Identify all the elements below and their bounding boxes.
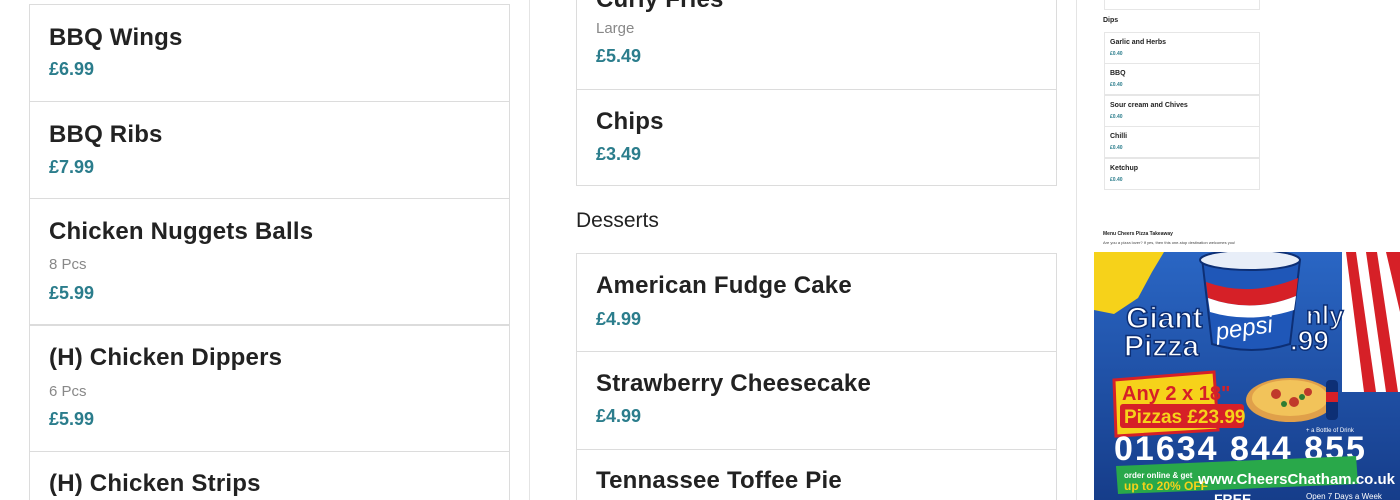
promo-headline-price: .99 bbox=[1290, 325, 1329, 356]
mini-section-title-dips: Dips bbox=[1103, 17, 1119, 24]
mini-dip-card[interactable]: Chilli £0.40 bbox=[1104, 126, 1260, 158]
menu-item-price: £5.99 bbox=[49, 283, 95, 303]
mini-card-partial bbox=[1104, 0, 1260, 10]
promo-free: FREE bbox=[1214, 491, 1251, 500]
menu-item-name: BBQ Ribs bbox=[49, 121, 163, 148]
menu-item-price: £5.49 bbox=[596, 46, 642, 66]
menu-item-card[interactable]: (H) Chicken Dippers 6 Pcs £5.99 bbox=[29, 325, 510, 452]
mini-dip-name: Ketchup bbox=[1110, 165, 1138, 172]
menu-item-price: £4.99 bbox=[596, 309, 642, 329]
mini-dip-card[interactable]: Garlic and Herbs £0.40 bbox=[1104, 32, 1260, 64]
promo-website: www.CheersChatham.co.uk bbox=[1197, 471, 1396, 488]
menu-item-description: 8 Pcs bbox=[49, 256, 87, 273]
menu-item-card[interactable]: (H) Chicken Strips bbox=[29, 451, 510, 500]
promo-flyer-image: pepsi Giant Pizza nly .99 Any 2 x 18" Pi… bbox=[1094, 252, 1400, 500]
menu-item-name: BBQ Wings bbox=[49, 24, 183, 51]
mini-footer-text: Are you a pizza lover? If yes, then this… bbox=[1103, 240, 1236, 245]
mini-dip-price: £0.40 bbox=[1110, 51, 1123, 57]
mini-dip-price: £0.40 bbox=[1110, 114, 1123, 120]
menu-item-name: (H) Chicken Strips bbox=[49, 470, 261, 497]
mini-footer-title: Menu Cheers Pizza Takeaway bbox=[1103, 231, 1173, 237]
mini-dip-card[interactable]: BBQ £0.40 bbox=[1104, 63, 1260, 95]
mini-dip-card[interactable]: Sour cream and Chives £0.40 bbox=[1104, 95, 1260, 127]
promo-offer-line2: Pizzas £23.99 bbox=[1124, 407, 1245, 428]
promo-flyer-artwork: pepsi Giant Pizza nly .99 Any 2 x 18" Pi… bbox=[1094, 252, 1400, 500]
menu-item-card[interactable]: Curly Fries Large £5.49 bbox=[576, 0, 1057, 90]
promo-open-days: Open 7 Days a Week bbox=[1306, 492, 1383, 500]
column-divider bbox=[529, 0, 530, 500]
menu-item-description: 6 Pcs bbox=[49, 383, 87, 400]
menu-item-name: Chicken Nuggets Balls bbox=[49, 218, 314, 245]
menu-item-name: American Fudge Cake bbox=[596, 272, 852, 299]
menu-item-name: Chips bbox=[596, 108, 664, 135]
menu-item-card[interactable]: BBQ Wings £6.99 bbox=[29, 4, 510, 102]
menu-item-card[interactable]: BBQ Ribs £7.99 bbox=[29, 101, 510, 199]
menu-item-description: Large bbox=[596, 20, 635, 37]
mini-dip-price: £0.40 bbox=[1110, 145, 1123, 151]
menu-item-name: (H) Chicken Dippers bbox=[49, 344, 283, 371]
mini-dip-name: Sour cream and Chives bbox=[1110, 102, 1188, 109]
menu-item-card[interactable]: Chips £3.49 bbox=[576, 89, 1057, 186]
menu-item-price: £5.99 bbox=[49, 409, 95, 429]
mini-dip-name: Chilli bbox=[1110, 133, 1128, 140]
mini-dip-card[interactable]: Ketchup £0.40 bbox=[1104, 158, 1260, 190]
menu-item-price: £6.99 bbox=[49, 59, 95, 79]
menu-item-name: Tennassee Toffee Pie bbox=[596, 467, 842, 494]
menu-item-name: Curly Fries bbox=[596, 0, 724, 14]
mini-dip-price: £0.40 bbox=[1110, 177, 1123, 183]
promo-headline-pizza: Pizza bbox=[1124, 330, 1199, 363]
menu-item-card[interactable]: American Fudge Cake £4.99 bbox=[576, 253, 1057, 352]
mini-dip-price: £0.40 bbox=[1110, 82, 1123, 88]
menu-item-card[interactable]: Chicken Nuggets Balls 8 Pcs £5.99 bbox=[29, 198, 510, 325]
column-divider bbox=[1076, 0, 1077, 500]
menu-item-price: £4.99 bbox=[596, 406, 642, 426]
menu-item-price: £3.49 bbox=[596, 144, 642, 164]
menu-item-name: Strawberry Cheesecake bbox=[596, 370, 872, 397]
mini-dip-name: BBQ bbox=[1110, 70, 1126, 77]
section-title-desserts: Desserts bbox=[576, 209, 659, 232]
promo-online-line2: up to 20% OFF bbox=[1124, 479, 1208, 493]
menu-item-price: £7.99 bbox=[49, 157, 95, 177]
menu-item-card[interactable]: Tennassee Toffee Pie bbox=[576, 449, 1057, 500]
promo-offer-line1: Any 2 x 18" bbox=[1122, 383, 1230, 405]
mini-dip-name: Garlic and Herbs bbox=[1110, 39, 1167, 46]
menu-item-card[interactable]: Strawberry Cheesecake £4.99 bbox=[576, 351, 1057, 450]
